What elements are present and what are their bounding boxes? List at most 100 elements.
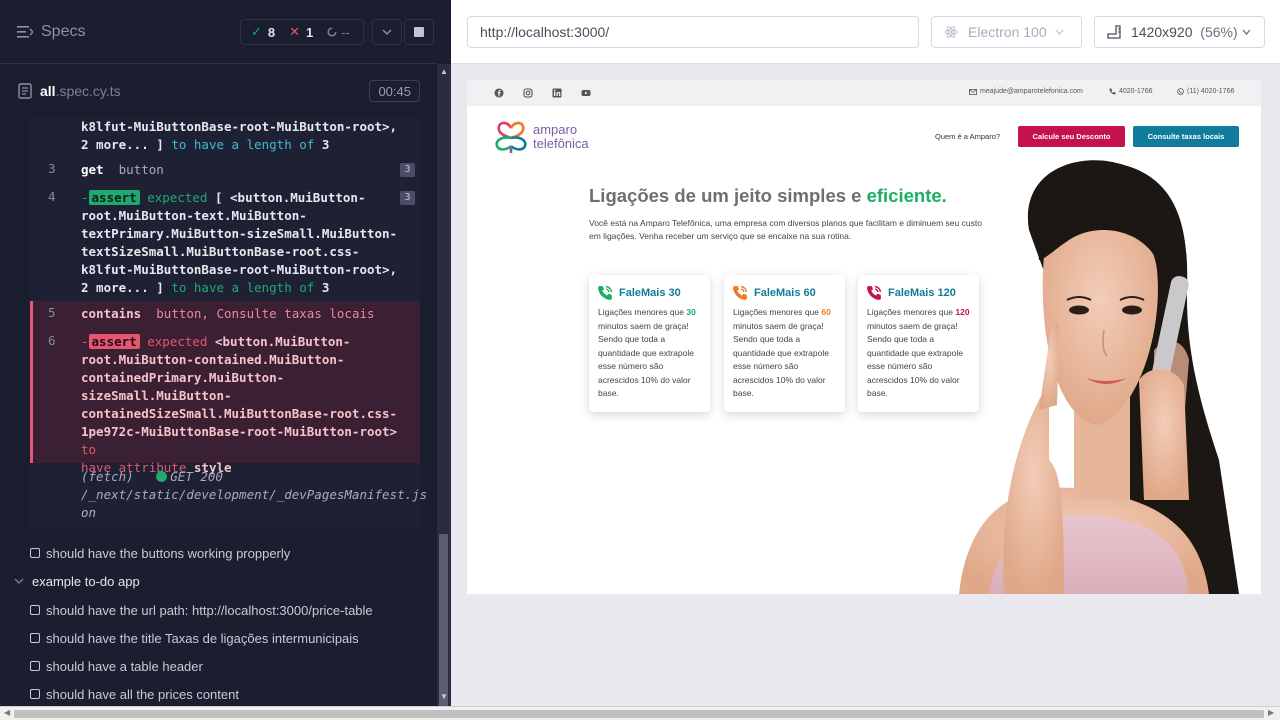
fetch-path: /_next/static/development/_devPagesManif…: [81, 487, 428, 502]
failed-count: 1: [306, 24, 314, 40]
youtube-icon[interactable]: [581, 88, 591, 98]
url-bar[interactable]: http://localhost:3000/: [467, 16, 919, 48]
amparo-logo[interactable]: amparo telefônica: [493, 120, 589, 154]
phone-text: 4020-1766: [1119, 88, 1153, 95]
email-contact[interactable]: meajude@amparotelefonica.com: [969, 88, 1083, 95]
viewport-selector[interactable]: 1420x920 (56%): [1094, 16, 1265, 48]
scroll-up-icon[interactable]: ▲: [440, 67, 448, 76]
browser-name: Electron 100: [968, 24, 1047, 40]
card-text: Ligações menores que: [733, 307, 820, 317]
card-text: Ligações menores que: [598, 307, 685, 317]
nav-about-link[interactable]: Quem é a Amparo?: [935, 132, 1000, 141]
ruler-icon: [1107, 25, 1121, 39]
test-title: should have a table header: [46, 658, 203, 674]
aut-toolbar: http://localhost:3000/ Electron 100 1420…: [451, 0, 1280, 64]
hero-title-main: Ligações de um jeito simples e: [589, 185, 862, 206]
test-item[interactable]: should have the title Taxas de ligações …: [30, 627, 359, 649]
stop-button[interactable]: [404, 19, 434, 45]
test-status-icon: [30, 633, 40, 643]
card-title: FaleMais 60: [754, 287, 816, 299]
command-arg: button: [118, 162, 164, 177]
phone-contact[interactable]: 4020-1766: [1109, 88, 1152, 95]
spec-file-row: all.spec.cy.ts 00:45: [0, 64, 437, 118]
scroll-thumb[interactable]: [439, 534, 448, 706]
whatsapp-contact[interactable]: (11) 4020-1766: [1177, 88, 1234, 95]
linkedin-icon[interactable]: [552, 88, 562, 98]
test-title: should have the title Taxas de ligações …: [46, 630, 359, 646]
fetch-log[interactable]: (fetch) GET 200 /_next/static/developmen…: [81, 468, 428, 522]
facebook-icon[interactable]: [494, 88, 504, 98]
card-text: minutos saem de graça! Sendo que toda a …: [733, 320, 829, 399]
command-get[interactable]: 3 get button 3: [30, 161, 420, 179]
horizontal-scroll-thumb[interactable]: [14, 710, 1264, 718]
command-name: get: [81, 162, 104, 177]
command-number: 6: [48, 333, 56, 348]
card-minutes: 120: [955, 307, 970, 317]
command-text: containedSizeSmall.MuiButtonBase-root.cs…: [81, 406, 398, 421]
status-dot-icon: [156, 471, 168, 482]
collapse-button[interactable]: [372, 19, 402, 45]
suite-item[interactable]: example to-do app: [14, 570, 140, 592]
command-text: textPrimary.MuiButton-sizeSmall.MuiButto…: [81, 226, 398, 241]
chevron-down-icon: [14, 578, 24, 584]
command-text: root.MuiButton-text.MuiButton-: [81, 208, 307, 223]
whatsapp-text: (11) 4020-1766: [1187, 88, 1235, 95]
test-title: should have the buttons working propperl…: [46, 545, 291, 561]
stop-icon: [414, 27, 424, 37]
command-number: 4: [48, 189, 56, 204]
element-count-badge: 3: [400, 191, 415, 205]
test-status-icon: [30, 689, 40, 699]
reporter-scrollbar[interactable]: ▲ ▼: [437, 64, 451, 706]
specs-title[interactable]: Specs: [41, 23, 85, 41]
command-text: 3: [321, 280, 330, 295]
scroll-left-icon[interactable]: ◀: [4, 708, 10, 717]
command-arg: button, Consulte taxas locais: [156, 306, 375, 321]
test-status-icon: [30, 548, 40, 558]
command-text: 3: [321, 137, 330, 152]
duration-timer: 00:45: [369, 80, 420, 102]
browser-selector[interactable]: Electron 100: [931, 16, 1082, 48]
test-item[interactable]: should have the url path: http://localho…: [30, 599, 373, 621]
electron-icon: [944, 26, 958, 38]
command-text: to have a length of: [171, 137, 315, 152]
plan-card-falemais-120[interactable]: FaleMais 120 Ligações menores que 120 mi…: [858, 275, 979, 412]
plan-card-falemais-30[interactable]: FaleMais 30 Ligações menores que 30 minu…: [589, 275, 710, 412]
card-text: minutos saem de graça! Sendo que toda a …: [867, 320, 963, 399]
plan-card-falemais-60[interactable]: FaleMais 60 Ligações menores que 60 minu…: [724, 275, 845, 412]
horizontal-scrollbar[interactable]: ◀ ▶: [0, 706, 1280, 720]
logo-line1: amparo: [533, 122, 578, 137]
pending-icon: [327, 27, 337, 37]
hero-subtitle: Você está na Amparo Telefônica, uma empr…: [589, 218, 982, 241]
test-item[interactable]: should have a table header: [30, 655, 203, 677]
site-topbar: meajude@amparotelefonica.com 4020-1766 (…: [467, 80, 1261, 106]
test-item[interactable]: should have all the prices content: [30, 683, 239, 705]
passed-count: 8: [267, 24, 276, 40]
reporter-panel: Specs ✓ 8 ✕ 1 -- all.spec.cy.ts 00:45 k8lf…: [0, 0, 451, 706]
hero-title-accent: eficiente.: [866, 185, 947, 206]
test-item[interactable]: should have the buttons working propperl…: [30, 542, 290, 564]
scroll-down-icon[interactable]: ▼: [440, 692, 448, 701]
assert-badge: assert: [88, 190, 140, 205]
command-log: k8lfut-MuiButtonBase-root-MuiButton-root…: [30, 118, 428, 528]
document-icon: [18, 83, 32, 99]
app-under-test-panel: http://localhost:3000/ Electron 100 1420…: [451, 0, 1280, 706]
suite-title: example to-do app: [32, 573, 140, 589]
command-text: to: [81, 442, 97, 457]
file-extension: .spec.cy.ts: [55, 83, 121, 99]
command-text: 2 more... ]: [81, 280, 164, 295]
menu-icon[interactable]: [17, 25, 33, 39]
scroll-right-icon[interactable]: ▶: [1268, 708, 1274, 717]
command-text: k8lfut-MuiButtonBase-root-MuiButton-root…: [81, 119, 398, 134]
command-text: [ <button.MuiButton-: [214, 190, 366, 205]
command-text: <button.MuiButton-: [214, 334, 351, 349]
instagram-icon[interactable]: [523, 88, 533, 98]
local-rates-button[interactable]: Consulte taxas locais: [1133, 126, 1239, 147]
calculate-discount-button[interactable]: Calcule seu Desconto: [1018, 126, 1125, 147]
viewport-zoom: (56%): [1200, 24, 1238, 40]
command-name: contains: [81, 306, 142, 321]
card-title: FaleMais 120: [888, 287, 956, 299]
viewport-size: 1420x920: [1131, 24, 1193, 40]
x-icon: ✕: [289, 24, 301, 39]
command-number: 5: [48, 305, 56, 320]
spec-file-name[interactable]: all.spec.cy.ts: [40, 83, 121, 99]
